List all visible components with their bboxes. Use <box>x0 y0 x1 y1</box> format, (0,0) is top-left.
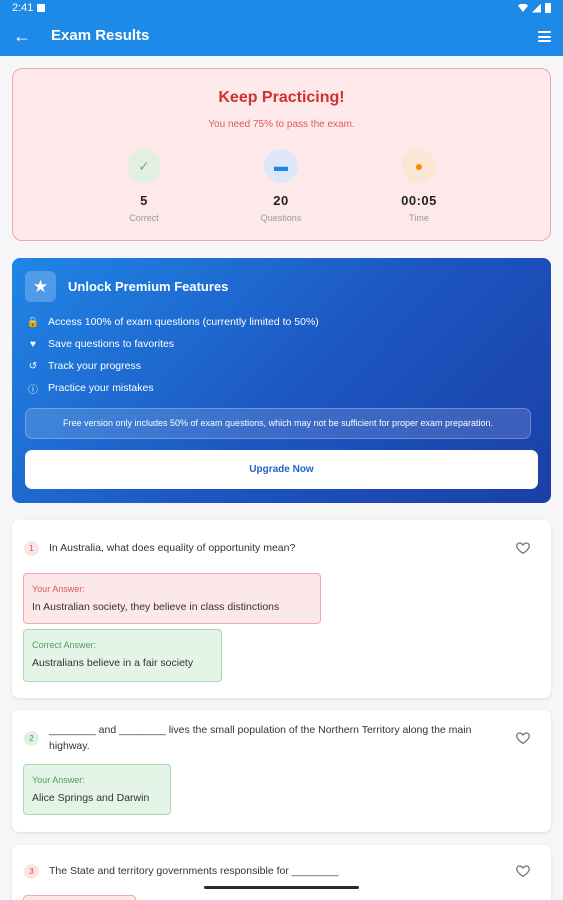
result-heading: Keep Practicing! <box>218 89 345 106</box>
premium-card: ★ Unlock Premium Features 🔒 Access 100% … <box>12 258 551 503</box>
feature-text: Save questions to favorites <box>48 338 175 350</box>
lock-icon: 🔒 <box>26 316 40 328</box>
feature-text: Practice your mistakes <box>48 382 154 394</box>
result-message: You need 75% to pass the exam. <box>208 119 355 130</box>
stat-time: ● 00:05 Time <box>374 149 464 223</box>
feature-text: Access 100% of exam questions (currently… <box>48 316 319 328</box>
star-icon: ★ <box>25 271 56 302</box>
app-bar: ← Exam Results <box>0 17 563 56</box>
premium-title: Unlock Premium Features <box>68 279 229 294</box>
status-time: 2:41 <box>12 2 34 14</box>
wifi-icon <box>518 4 528 12</box>
your-answer-label: Your Answer: <box>32 775 85 785</box>
timer-icon: ● <box>402 149 436 183</box>
back-arrow-icon[interactable]: ← <box>12 26 32 46</box>
page-title: Exam Results <box>51 27 150 44</box>
menu-icon[interactable] <box>538 31 551 42</box>
heart-icon: ♥ <box>30 338 36 350</box>
your-answer-box: Your Answer: Alice Springs and Darwin <box>23 764 171 815</box>
feature-text: Track your progress <box>48 360 141 372</box>
alert-icon: ⓘ <box>28 384 38 396</box>
question-number: 3 <box>24 864 39 879</box>
upgrade-button[interactable]: Upgrade Now <box>25 450 538 489</box>
question-text: The State and territory governments resp… <box>49 865 339 877</box>
feature-item: ↺ Track your progress <box>27 360 141 372</box>
favorite-heart-icon[interactable] <box>515 730 531 746</box>
stat-value: 5 <box>140 193 148 208</box>
correct-answer-label: Correct Answer: <box>32 640 97 650</box>
question-card: 1 In Australia, what does equality of op… <box>12 520 551 698</box>
favorite-heart-icon[interactable] <box>515 863 531 879</box>
your-answer-label: Your Answer: <box>32 584 85 594</box>
stat-value: 00:05 <box>401 193 437 208</box>
status-bar: 2:41 <box>0 0 563 17</box>
question-card: 3 The State and territory governments re… <box>12 845 551 900</box>
system-icons <box>518 3 551 13</box>
stat-label: Questions <box>260 213 302 223</box>
stat-label: Time <box>409 213 429 223</box>
feature-item: ♥ Save questions to favorites <box>27 338 174 350</box>
question-number: 1 <box>24 541 39 556</box>
stat-value: 20 <box>273 193 289 208</box>
your-answer-value: In Australian society, they believe in c… <box>32 601 280 613</box>
question-number: 2 <box>24 731 39 746</box>
free-version-note: Free version only includes 50% of exam q… <box>25 408 531 439</box>
check-icon: ✓ <box>127 149 161 183</box>
notification-icon <box>37 4 45 12</box>
favorite-heart-icon[interactable] <box>515 540 531 556</box>
question-text: In Australia, what does equality of oppo… <box>49 542 296 554</box>
question-text: ________ and ________ lives the small po… <box>49 724 472 752</box>
signal-icon <box>532 3 541 13</box>
your-answer-box <box>23 895 136 900</box>
history-icon: ↺ <box>28 360 38 372</box>
home-indicator[interactable] <box>204 886 359 889</box>
stat-label: Correct <box>129 213 159 223</box>
correct-answer-box: Correct Answer: Australians believe in a… <box>23 629 222 682</box>
your-answer-box: Your Answer: In Australian society, they… <box>23 573 321 624</box>
your-answer-value: Alice Springs and Darwin <box>32 792 150 804</box>
feature-item: ⓘ Practice your mistakes <box>27 382 154 396</box>
feature-item: 🔒 Access 100% of exam questions (current… <box>27 316 319 328</box>
correct-answer-value: Australians believe in a fair society <box>32 657 194 669</box>
battery-icon <box>545 3 551 13</box>
stat-correct: ✓ 5 Correct <box>99 149 189 223</box>
chat-icon: ▬ <box>264 149 298 183</box>
question-card: 2 ________ and ________ lives the small … <box>12 710 551 832</box>
result-summary-card: Keep Practicing! You need 75% to pass th… <box>12 68 551 241</box>
stat-questions: ▬ 20 Questions <box>236 149 326 223</box>
